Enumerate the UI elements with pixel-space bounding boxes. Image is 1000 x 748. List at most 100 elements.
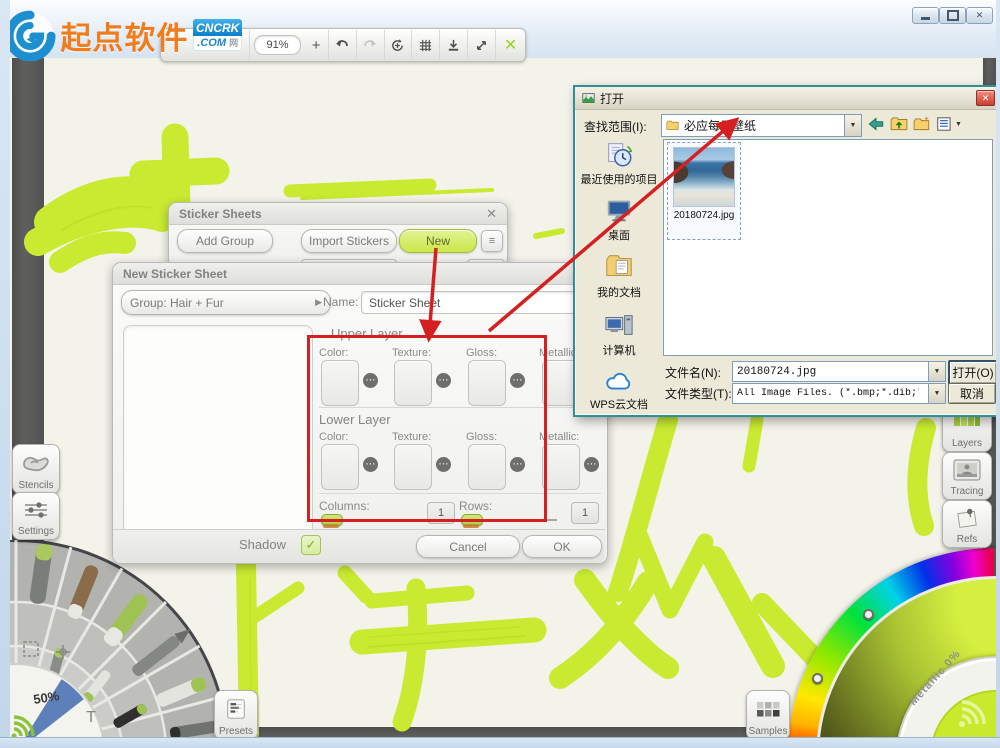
lower-texture-swatch[interactable] [394,444,432,490]
samples-button[interactable]: Samples [746,690,790,740]
ok-button[interactable]: OK [522,535,602,558]
close-button[interactable]: ✕ [966,7,993,24]
back-button[interactable] [867,115,885,138]
settings-button[interactable]: Settings [12,492,60,540]
sticker-sheets-titlebar[interactable]: Sticker Sheets ✕ [169,203,507,225]
import-stickers-button[interactable]: Import Stickers [301,229,397,253]
sticker-preview-box [123,325,313,541]
text-tool-icon: T [86,709,96,726]
new-folder-button[interactable] [913,115,931,138]
zoom-level-field[interactable]: 91% [254,35,301,55]
samples-label: Samples [748,726,788,737]
sticker-sheets-close-icon[interactable]: ✕ [486,206,497,222]
minimize-icon [921,17,930,20]
back-arrow-icon [868,117,884,131]
wps-cloud-label: WPS云文档 [589,398,649,411]
file-type-combobox[interactable]: All Image Files. (*.bmp;*.dib;*.rle;* ▼ [732,383,946,404]
cancel-open-button[interactable]: 取消 [948,383,996,404]
sidebar-place-documents[interactable]: 我的文档 [580,252,658,300]
computer-label: 计算机 [602,344,636,357]
sticker-sheets-title: Sticker Sheets [179,206,262,221]
sticker-sheets-dialog: Sticker Sheets ✕ Add Group Import Sticke… [168,202,508,268]
group-selector-button[interactable]: Group: Hair + Fur ▶ [121,290,331,315]
lower-color-label: Color: [319,431,349,443]
sidebar-place-recent[interactable]: 最近使用的项目 [580,139,658,187]
grid-divider [319,493,601,494]
tool-picker-wheel[interactable]: 50% T [0,540,228,748]
open-dialog-titlebar[interactable]: 打开 ✕ [575,87,999,110]
file-name-label: 文件名(N): [665,366,721,380]
refs-label: Refs [956,534,978,545]
my-documents-icon [606,255,632,277]
hue-marker-dot[interactable] [812,673,823,684]
desktop-label: 桌面 [608,229,630,242]
minimize-button[interactable] [912,7,939,24]
sticker-menu-button[interactable]: ≡ [481,230,503,252]
upper-gloss-options-icon[interactable]: ⋯ [510,373,525,388]
shadow-checkbox[interactable]: ✓ [301,535,321,555]
open-dialog-close-icon[interactable]: ✕ [976,90,995,106]
columns-label: Columns: [319,499,370,513]
stencils-icon [21,445,51,480]
rows-label: Rows: [459,499,493,513]
new-sticker-title: New Sticker Sheet [123,266,228,281]
sidebar-place-wps-cloud[interactable]: WPS云文档 [580,368,658,412]
view-menu-button[interactable]: ▼ [936,115,962,133]
folder-icon [666,120,679,130]
tracing-button[interactable]: Tracing [942,452,992,500]
upper-layer-label: Upper Layer [331,326,403,341]
new-folder-icon [913,116,930,131]
lower-texture-options-icon[interactable]: ⋯ [436,457,451,472]
badge-bottom: .COM 网 [193,36,242,51]
look-in-value: 必应每日壁纸 [684,119,757,133]
upper-color-swatch[interactable] [321,360,359,406]
file-name-combobox[interactable]: 20180724.jpg ▼ [732,361,946,382]
lower-gloss-swatch[interactable] [468,444,506,490]
upper-texture-options-icon[interactable]: ⋯ [436,373,451,388]
close-workbench-button[interactable]: ✕ [496,30,525,60]
lower-metallic-options-icon[interactable]: ⋯ [584,457,599,472]
group-arrow-icon: ▶ [315,297,322,307]
maximize-button[interactable] [939,7,966,24]
up-level-button[interactable] [890,115,908,138]
upper-gloss-swatch[interactable] [468,360,506,406]
new-sticker-button[interactable]: New [399,229,477,253]
refs-button[interactable]: Refs [942,500,992,548]
stencils-button[interactable]: Stencils [12,444,60,494]
presets-button[interactable]: Presets [214,690,258,740]
undo-button[interactable] [329,30,357,60]
add-group-button[interactable]: Add Group [177,229,273,253]
lower-gloss-options-icon[interactable]: ⋯ [510,457,525,472]
fullscreen-button[interactable] [468,30,497,60]
grid-button[interactable] [412,30,441,60]
columns-value-field[interactable]: 1 [427,502,455,524]
export-button[interactable] [440,30,469,60]
computer-icon [605,315,633,335]
desktop-icon [607,200,631,221]
new-sticker-sheet-dialog: New Sticker Sheet Group: Hair + Fur ▶ Na… [112,262,617,564]
lower-color-swatch[interactable] [321,444,359,490]
zoom-in-button[interactable]: + [305,30,329,60]
sidebar-place-computer[interactable]: 计算机 [580,310,658,358]
look-in-combobox[interactable]: 必应每日壁纸 ▼ [661,114,862,137]
reset-rotation-button[interactable] [385,30,413,60]
lower-metallic-swatch[interactable] [542,444,580,490]
file-type-label: 文件类型(T): [665,387,732,401]
sidebar-place-desktop[interactable]: 桌面 [580,195,658,243]
color-marker-dot[interactable] [863,609,874,620]
rows-value-field[interactable]: 1 [571,502,599,524]
redo-button[interactable] [357,30,385,60]
file-name-dropdown-icon[interactable]: ▼ [928,362,945,381]
new-sticker-titlebar[interactable]: New Sticker Sheet [113,263,607,285]
upper-texture-swatch[interactable] [394,360,432,406]
file-type-dropdown-icon[interactable]: ▼ [928,384,945,403]
my-documents-label: 我的文档 [597,287,641,300]
file-item-thumbnail[interactable]: 20180724.jpg [667,142,741,240]
window-border-left [0,0,10,748]
lower-color-options-icon[interactable]: ⋯ [363,457,378,472]
cancel-button[interactable]: Cancel [416,535,520,558]
upper-color-options-icon[interactable]: ⋯ [363,373,378,388]
look-in-dropdown-icon[interactable]: ▼ [844,115,861,136]
stencils-label: Stencils [18,480,54,491]
open-button[interactable]: 打开(O) [948,360,998,385]
